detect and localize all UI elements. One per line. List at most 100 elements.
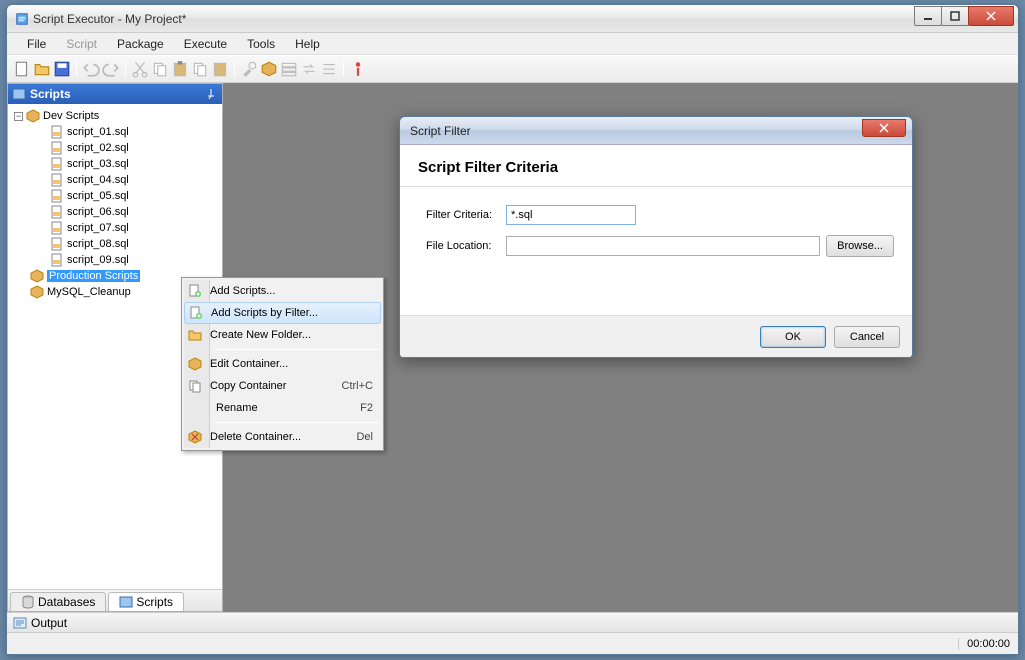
toolbar-separator (125, 61, 126, 77)
ok-button[interactable]: OK (760, 326, 826, 348)
tab-label: Scripts (136, 595, 173, 609)
tab-databases[interactable]: Databases (10, 592, 106, 611)
copy-icon (188, 379, 202, 393)
collapse-icon[interactable]: − (14, 112, 23, 121)
sql-file-icon (50, 205, 64, 219)
database-icon (21, 595, 35, 609)
menu-package[interactable]: Package (107, 34, 174, 54)
maximize-button[interactable] (941, 6, 969, 26)
paste-icon[interactable] (171, 60, 189, 78)
menu-tools[interactable]: Tools (237, 34, 285, 54)
tree-script[interactable]: script_09.sql (10, 252, 220, 268)
dialog-footer: OK Cancel (400, 315, 912, 357)
menu-item-label: Copy Container (202, 380, 342, 392)
menu-add-scripts[interactable]: Add Scripts... (184, 280, 381, 302)
add-filter-icon (189, 306, 203, 320)
close-button[interactable] (968, 6, 1014, 26)
menu-help[interactable]: Help (285, 34, 330, 54)
menu-item-label: Create New Folder... (202, 329, 381, 341)
menu-item-label: Add Scripts... (202, 285, 381, 297)
minimize-button[interactable] (914, 6, 942, 26)
paste2-icon[interactable] (211, 60, 229, 78)
tree-label: script_05.sql (67, 190, 129, 202)
save-icon[interactable] (53, 60, 71, 78)
file-location-input[interactable] (506, 236, 820, 256)
tree-label: MySQL_Cleanup (47, 286, 131, 298)
sql-file-icon (50, 189, 64, 203)
package-icon[interactable] (260, 60, 278, 78)
tab-label: Databases (38, 595, 95, 609)
tree-label: script_04.sql (67, 174, 129, 186)
tree-script[interactable]: script_07.sql (10, 220, 220, 236)
tree-label: script_08.sql (67, 238, 129, 250)
app-icon (15, 12, 29, 26)
tree-label: script_09.sql (67, 254, 129, 266)
menu-shortcut: F2 (360, 402, 381, 414)
queue-icon[interactable] (280, 60, 298, 78)
redo-icon[interactable] (102, 60, 120, 78)
menu-item-label: Add Scripts by Filter... (203, 307, 380, 319)
cancel-button[interactable]: Cancel (834, 326, 900, 348)
tree-label: script_02.sql (67, 142, 129, 154)
sql-file-icon (50, 173, 64, 187)
scripts-icon (119, 595, 133, 609)
menu-script[interactable]: Script (56, 34, 107, 54)
menu-create-folder[interactable]: Create New Folder... (184, 324, 381, 346)
pin-icon[interactable] (204, 87, 218, 101)
dialog-body: Filter Criteria: File Location: Browse..… (400, 187, 912, 315)
toolbar-separator (76, 61, 77, 77)
tab-scripts[interactable]: Scripts (108, 592, 184, 611)
file-location-row: File Location: Browse... (426, 235, 894, 257)
tree-label: Production Scripts (47, 270, 140, 282)
menu-shortcut: Del (356, 431, 381, 443)
tree-label: script_01.sql (67, 126, 129, 138)
statusbar: 00:00:00 (7, 632, 1018, 654)
copy-icon[interactable] (151, 60, 169, 78)
browse-button[interactable]: Browse... (826, 235, 894, 257)
menubar: File Script Package Execute Tools Help (7, 33, 1018, 55)
open-icon[interactable] (33, 60, 51, 78)
list-icon[interactable] (320, 60, 338, 78)
new-folder-icon (188, 328, 202, 342)
sql-file-icon (50, 141, 64, 155)
tree-folder-dev[interactable]: − Dev Scripts (10, 108, 220, 124)
menu-file[interactable]: File (17, 34, 56, 54)
sql-file-icon (50, 237, 64, 251)
menu-edit-container[interactable]: Edit Container... (184, 353, 381, 375)
filter-criteria-input[interactable] (506, 205, 636, 225)
tree-script[interactable]: script_08.sql (10, 236, 220, 252)
scripts-panel-header: Scripts (8, 84, 222, 104)
menu-item-label: Delete Container... (202, 431, 356, 443)
toolbar (7, 55, 1018, 83)
menu-execute[interactable]: Execute (174, 34, 237, 54)
tree-label: script_07.sql (67, 222, 129, 234)
copy2-icon[interactable] (191, 60, 209, 78)
tree-script[interactable]: script_06.sql (10, 204, 220, 220)
menu-add-by-filter[interactable]: Add Scripts by Filter... (184, 302, 381, 324)
output-icon (13, 616, 27, 630)
new-icon[interactable] (13, 60, 31, 78)
tree-script[interactable]: script_03.sql (10, 156, 220, 172)
menu-rename[interactable]: Rename F2 (184, 397, 381, 419)
menu-item-label: Edit Container... (202, 358, 381, 370)
folder-icon (30, 285, 44, 299)
dialog-close-button[interactable] (862, 119, 906, 137)
run-icon[interactable] (349, 60, 367, 78)
menu-separator (214, 422, 379, 423)
menu-copy-container[interactable]: Copy Container Ctrl+C (184, 375, 381, 397)
tree-script[interactable]: script_02.sql (10, 140, 220, 156)
scripts-panel-title: Scripts (30, 87, 71, 101)
swap-icon[interactable] (300, 60, 318, 78)
menu-delete-container[interactable]: Delete Container... Del (184, 426, 381, 448)
output-label: Output (31, 616, 67, 630)
tree-script[interactable]: script_05.sql (10, 188, 220, 204)
tree-label: Dev Scripts (43, 110, 99, 122)
tree-script[interactable]: script_01.sql (10, 124, 220, 140)
tree-script[interactable]: script_04.sql (10, 172, 220, 188)
folder-icon (26, 109, 40, 123)
menu-shortcut: Ctrl+C (342, 380, 381, 392)
cut-icon[interactable] (131, 60, 149, 78)
undo-icon[interactable] (82, 60, 100, 78)
output-tab[interactable]: Output (7, 612, 1018, 632)
tools-icon[interactable] (240, 60, 258, 78)
